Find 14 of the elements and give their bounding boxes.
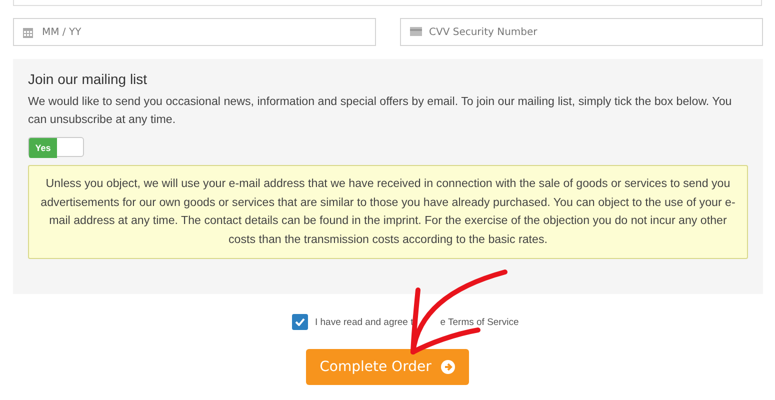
terms-label: e Terms of Service: [440, 316, 519, 328]
calendar-icon: [23, 27, 33, 38]
complete-order-button[interactable]: Complete Order: [306, 349, 470, 385]
yes-toggle[interactable]: Yes: [28, 137, 84, 157]
description: We would like to send you occasional news, information and special offers by email. To join our mailing list, simply tick the box below. You can unsubscribe at any time.: [28, 94, 733, 128]
arrow-right-icon: [441, 360, 456, 374]
section-title: Join our mailing list: [28, 71, 148, 87]
input-field[interactable]: MM / YY: [13, 18, 376, 46]
input-field[interactable]: [13, 0, 762, 6]
input-field[interactable]: CVV Security Number: [400, 18, 763, 46]
checkbox[interactable]: [292, 314, 308, 330]
check-icon: [295, 318, 305, 326]
card-icon: [410, 27, 422, 36]
notice-box: Unless you object, we will use your e-mail address that we have received in connection with the sale of goods or services to send you advertisements for our own goods or services that are similar to those you have already purchased. You can object to the use of your e-mail address at any time. The contact details can be found in the imprint. For the exercise of the objection you do not incur any other costs than the transmission costs according to the basic rates.: [28, 165, 748, 259]
